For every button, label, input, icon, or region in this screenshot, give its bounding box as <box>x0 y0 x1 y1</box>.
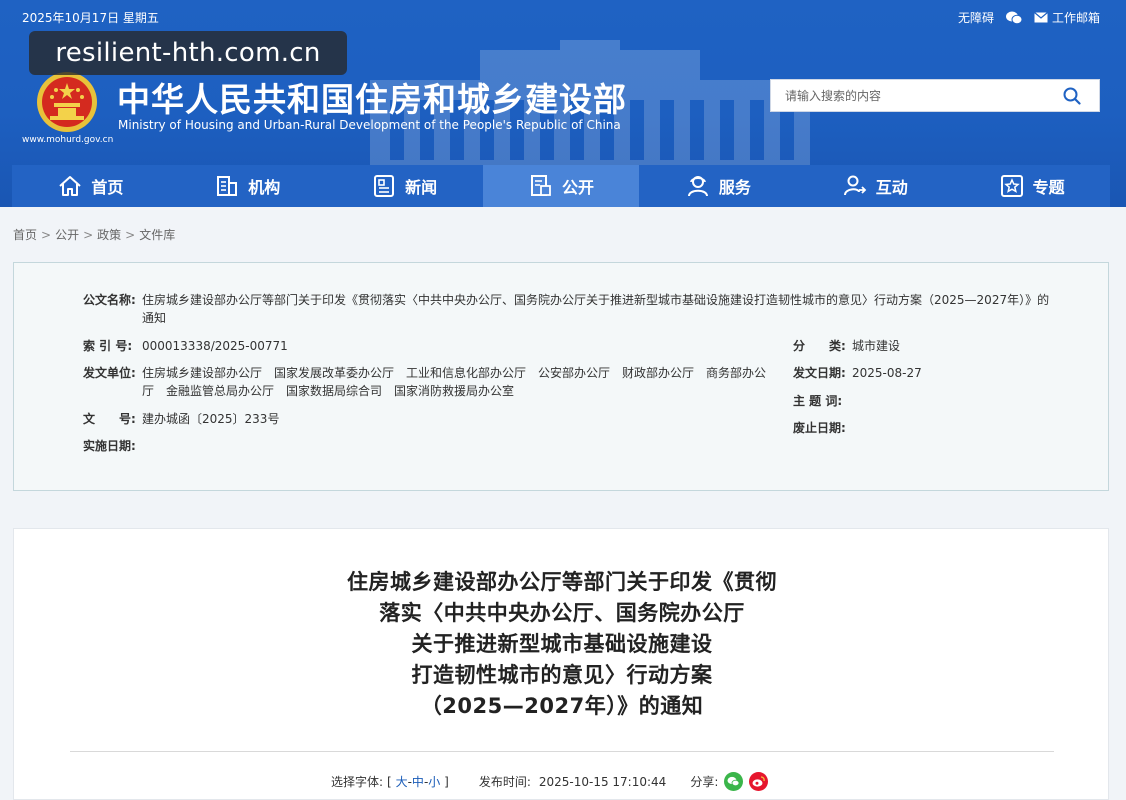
doc-name-value: 住房城乡建设部办公厅等部门关于印发《贯彻落实〈中共中央办公厅、国务院办公厅关于推… <box>142 293 1050 307</box>
nav-item-topics[interactable]: 专题 <box>953 165 1110 207</box>
font-size-small[interactable]: 小 <box>428 775 440 789</box>
nav-label-news: 新闻 <box>405 178 438 197</box>
index-value: 000013338/2025-00771 <box>142 339 288 353</box>
weibo-share-icon[interactable] <box>749 772 769 791</box>
search-icon[interactable] <box>1063 87 1081 105</box>
article-title: 住房城乡建设部办公厅等部门关于印发《贯彻 落实〈中共中央办公厅、国务院办公厅 关… <box>314 567 810 722</box>
article-panel: 住房城乡建设部办公厅等部门关于印发《贯彻 落实〈中共中央办公厅、国务院办公厅 关… <box>13 528 1109 800</box>
index-label: 索 引 号: <box>83 339 133 353</box>
breadcrumb-library[interactable]: 文件库 <box>139 228 175 242</box>
issue-date-value: 2025-08-27 <box>852 366 922 380</box>
wechat-icon[interactable] <box>1005 11 1022 24</box>
article-title-line: 关于推进新型城市基础设施建设 <box>411 632 713 656</box>
publish-time-value: 2025-10-15 17:10:44 <box>538 774 667 789</box>
search-input[interactable] <box>771 80 1055 111</box>
national-emblem-icon <box>37 72 97 132</box>
font-size-selector: [ 大-中-小 ] <box>387 773 449 790</box>
topic-icon <box>1000 175 1023 197</box>
article-divider <box>70 751 1054 752</box>
building-icon <box>217 176 238 196</box>
issuer-value: 住房城乡建设部办公厅 国家发展改革委办公厅 工业和信息化部办公厅 公安部办公厅 … <box>142 366 767 380</box>
article-title-line: 住房城乡建设部办公厅等部门关于印发《贯彻 <box>347 570 777 594</box>
main-nav: 首页 机构 新闻 公开 服务 互动 专题 <box>12 165 1110 207</box>
doc-name-label: 公文名称: <box>83 293 136 307</box>
disclosure-icon <box>531 175 551 196</box>
issuer-label: 发文单位: <box>83 366 136 380</box>
subject-label: 主 题 词: <box>793 394 843 408</box>
share-label: 分享: <box>690 775 719 789</box>
nav-item-home[interactable]: 首页 <box>12 165 169 207</box>
service-icon <box>687 176 708 197</box>
docno-label: 文 号: <box>83 412 136 426</box>
breadcrumb-home[interactable]: 首页 <box>13 228 37 242</box>
breadcrumb-disclosure[interactable]: 公开 <box>55 228 79 242</box>
wechat-share-icon[interactable] <box>724 772 744 791</box>
home-icon <box>59 176 82 196</box>
publish-time-label: 发布时间: <box>478 775 531 789</box>
site-subtitle: Ministry of Housing and Urban-Rural Deve… <box>118 118 621 132</box>
abolish-label: 废止日期: <box>793 421 846 435</box>
search-box <box>770 79 1100 112</box>
current-date: 2025年10月17日 星期五 <box>22 11 159 25</box>
document-info-panel: 公文名称: 住房城乡建设部办公厅等部门关于印发《贯彻落实〈中共中央办公厅、国务院… <box>13 262 1109 491</box>
effective-label: 实施日期: <box>83 439 136 453</box>
breadcrumb: 首页 > 公开 > 政策 > 文件库 <box>13 228 176 242</box>
nav-item-organization[interactable]: 机构 <box>169 165 326 207</box>
nav-label-home: 首页 <box>91 178 124 197</box>
font-size-medium[interactable]: 中 <box>412 775 424 789</box>
nav-label-service: 服务 <box>718 178 751 197</box>
article-meta: 选择字体: [ 大-中-小 ] 发布时间: 2025-10-15 17:10:4… <box>331 772 769 791</box>
nav-label-topics: 专题 <box>1032 178 1065 197</box>
docno-value: 建办城函〔2025〕233号 <box>142 412 280 426</box>
breadcrumb-policy[interactable]: 政策 <box>97 228 121 242</box>
watermark: resilient-hth.com.cn <box>29 31 347 75</box>
nav-label-disclosure: 公开 <box>562 178 595 197</box>
article-title-line: 打造韧性城市的意见〉行动方案 <box>411 663 713 687</box>
article-title-line: （2025—2027年）》的通知 <box>420 694 704 718</box>
font-size-large[interactable]: 大 <box>396 775 408 789</box>
email-link[interactable]: 工作邮箱 <box>1034 9 1100 26</box>
news-icon <box>374 175 395 197</box>
email-link-label: 工作邮箱 <box>1051 11 1100 25</box>
nav-item-interaction[interactable]: 互动 <box>796 165 953 207</box>
issue-date-label: 发文日期: <box>793 366 846 380</box>
font-size-label: 选择字体: <box>331 775 384 789</box>
site-url: www.mohurd.gov.cn <box>22 135 114 145</box>
nav-item-news[interactable]: 新闻 <box>326 165 483 207</box>
font-size-open: [ <box>387 775 392 789</box>
topbar-links: 无障碍 工作邮箱 <box>958 9 1100 26</box>
category-label: 分 类: <box>793 339 846 353</box>
nav-item-service[interactable]: 服务 <box>639 165 796 207</box>
nav-label-interaction: 互动 <box>875 178 908 197</box>
nav-label-organization: 机构 <box>248 178 281 197</box>
nav-item-disclosure[interactable]: 公开 <box>482 165 640 207</box>
accessibility-link[interactable]: 无障碍 <box>958 9 994 26</box>
category-value: 城市建设 <box>852 339 901 353</box>
article-title-line: 落实〈中共中央办公厅、国务院办公厅 <box>379 601 745 625</box>
mail-icon <box>1034 12 1048 23</box>
font-size-close: ] <box>444 775 449 789</box>
issuer-value-2: 厅 金融监管总局办公厅 国家数据局综合司 国家消防救援局办公室 <box>142 384 515 398</box>
site-header: 2025年10月17日 星期五 无障碍 工作邮箱 www.mohurd.gov.… <box>0 0 1126 207</box>
site-title[interactable]: 中华人民共和国住房和城乡建设部 <box>117 73 627 121</box>
interaction-icon <box>843 175 866 196</box>
doc-name-value-2: 通知 <box>142 311 167 325</box>
